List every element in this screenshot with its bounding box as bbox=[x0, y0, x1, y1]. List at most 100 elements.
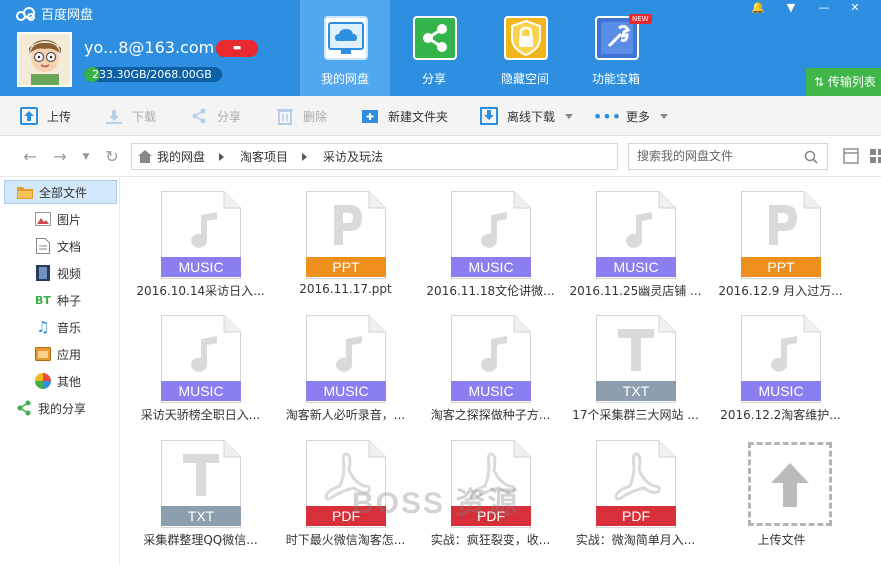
delete-label: 删除 bbox=[303, 109, 328, 124]
share-icon bbox=[16, 400, 32, 416]
history-dropdown-icon[interactable]: ▼ bbox=[76, 147, 96, 167]
more-dots-icon: ••• bbox=[592, 106, 622, 126]
home-icon[interactable] bbox=[138, 150, 152, 163]
upload-file-tile[interactable]: 上传文件 bbox=[709, 434, 854, 554]
breadcrumb-item[interactable]: 采访及玩法 bbox=[323, 148, 383, 165]
music-file-icon: MUSIC bbox=[596, 191, 676, 279]
ppt-file-icon: PPT bbox=[306, 191, 386, 279]
sidebar-item-my-share[interactable]: 我的分享 bbox=[0, 396, 86, 420]
transfer-label: 传输列表 bbox=[827, 75, 876, 89]
file-item[interactable]: MUSIC 采访天骄榜全职日入... bbox=[128, 309, 273, 429]
breadcrumb-separator-icon bbox=[302, 152, 308, 161]
offline-download-button[interactable]: 离线下载 bbox=[480, 96, 574, 136]
download-button[interactable]: 下载 bbox=[105, 96, 156, 136]
file-name: 2016.11.18文伦讲微... bbox=[426, 284, 555, 298]
file-type-label: PPT bbox=[332, 259, 360, 275]
forward-arrow-icon[interactable]: → bbox=[50, 147, 70, 167]
tab-hidden-space[interactable]: 隐藏空间 bbox=[480, 0, 570, 96]
file-item[interactable]: TXT 17个采集群三大网站 ... bbox=[563, 309, 708, 429]
tab-my-drive[interactable]: 我的网盘 bbox=[300, 0, 390, 96]
other-icon bbox=[35, 373, 51, 389]
pdf-file-icon: PDF bbox=[596, 440, 676, 528]
upload-file-label: 上传文件 bbox=[757, 533, 806, 547]
file-item[interactable]: PPT 2016.11.17.ppt bbox=[273, 185, 418, 305]
chevron-down-icon bbox=[660, 113, 669, 119]
tab-label: 分享 bbox=[421, 72, 446, 86]
minimize-icon[interactable]: — bbox=[809, 0, 839, 16]
sidebar: 全部文件 图片 文档 视频 BT 种子 ♫ 音乐 应用 其他 我的分享 bbox=[0, 178, 120, 565]
sidebar-item-label: 种子 bbox=[57, 293, 82, 308]
new-folder-button[interactable]: 新建文件夹 bbox=[361, 96, 448, 136]
file-name: 采访天骄榜全职日入... bbox=[140, 408, 261, 422]
sidebar-item-label: 音乐 bbox=[57, 320, 82, 335]
file-type-label: MUSIC bbox=[468, 383, 513, 399]
sidebar-item-documents[interactable]: 文档 bbox=[0, 234, 81, 258]
tab-share[interactable]: 分享 bbox=[389, 0, 479, 96]
username[interactable]: yo...8@163.com bbox=[84, 38, 214, 57]
refresh-icon[interactable]: ↻ bbox=[102, 147, 122, 167]
download-label: 下载 bbox=[132, 109, 157, 124]
sidebar-item-label: 全部文件 bbox=[39, 185, 88, 200]
sidebar-item-images[interactable]: 图片 bbox=[0, 207, 81, 231]
search-input[interactable]: 搜索我的网盘文件 bbox=[628, 143, 828, 170]
share-icon bbox=[190, 107, 208, 125]
sidebar-item-other[interactable]: 其他 bbox=[0, 369, 81, 393]
file-item[interactable]: PPT 2016.12.9 月入过万... bbox=[708, 185, 853, 305]
new-folder-label: 新建文件夹 bbox=[388, 109, 449, 124]
sidebar-item-apps[interactable]: 应用 bbox=[0, 342, 81, 366]
file-item[interactable]: MUSIC 2016.11.25幽灵店铺 ... bbox=[563, 185, 708, 305]
sidebar-item-music[interactable]: ♫ 音乐 bbox=[0, 315, 81, 339]
app-header: 百度网盘 yo...8@163.com ▬ 233.30GB/2068.00GB… bbox=[0, 0, 881, 96]
toolbar: 上传 下载 分享 删除 新建文件夹 离线下载 ••• 更多 bbox=[0, 96, 881, 136]
avatar[interactable] bbox=[17, 32, 72, 87]
file-item[interactable]: MUSIC 2016.10.14采访日入... bbox=[128, 185, 273, 305]
file-item[interactable]: MUSIC 淘客新人必听录音，... bbox=[273, 309, 418, 429]
file-item[interactable]: PDF 实战：微淘简单月入... bbox=[563, 434, 708, 554]
list-view-icon[interactable] bbox=[843, 148, 859, 164]
file-type-label: MUSIC bbox=[178, 383, 223, 399]
breadcrumb-item[interactable]: 我的网盘 bbox=[157, 148, 205, 165]
file-name: 淘客新人必听录音，... bbox=[285, 408, 406, 422]
sidebar-item-label: 我的分享 bbox=[38, 401, 87, 416]
music-file-icon: MUSIC bbox=[451, 315, 531, 403]
sidebar-item-videos[interactable]: 视频 bbox=[0, 261, 81, 285]
back-arrow-icon[interactable]: ← bbox=[20, 147, 40, 167]
search-icon[interactable] bbox=[804, 150, 818, 164]
app-title-text: 百度网盘 bbox=[41, 8, 94, 23]
sidebar-item-torrents[interactable]: BT 种子 bbox=[0, 288, 81, 312]
folder-icon bbox=[17, 184, 33, 200]
sidebar-item-label: 视频 bbox=[57, 266, 82, 281]
notification-bell-icon[interactable]: 🔔 bbox=[743, 0, 773, 16]
menu-dropdown-icon[interactable]: ▼ bbox=[776, 0, 806, 16]
new-badge: NEW bbox=[629, 14, 652, 24]
sidebar-item-label: 其他 bbox=[57, 374, 82, 389]
transfer-list-button[interactable]: ⇅ 传输列表 bbox=[806, 68, 881, 96]
close-icon[interactable]: ✕ bbox=[840, 0, 870, 16]
share-icon bbox=[413, 16, 457, 60]
share-button[interactable]: 分享 bbox=[190, 96, 241, 136]
music-file-icon: MUSIC bbox=[741, 315, 821, 403]
more-button[interactable]: ••• 更多 bbox=[592, 96, 669, 136]
file-name: 2016.12.2淘客维护... bbox=[720, 408, 841, 422]
tab-label: 我的网盘 bbox=[320, 72, 369, 86]
storage-quota-bar: 233.30GB/2068.00GB bbox=[84, 67, 222, 82]
breadcrumb-item[interactable]: 淘客项目 bbox=[240, 148, 288, 165]
file-item[interactable]: MUSIC 2016.12.2淘客维护... bbox=[708, 309, 853, 429]
file-item[interactable]: TXT 采集群整理QQ微信... bbox=[128, 434, 273, 554]
file-name: 实战：疯狂裂变，收... bbox=[430, 533, 551, 547]
file-item[interactable]: MUSIC 2016.11.18文伦讲微... bbox=[418, 185, 563, 305]
file-name: 2016.10.14采访日入... bbox=[136, 284, 265, 298]
music-file-icon: MUSIC bbox=[306, 315, 386, 403]
sidebar-item-all-files[interactable]: 全部文件 bbox=[4, 180, 117, 204]
file-name: 实战：微淘简单月入... bbox=[575, 533, 696, 547]
tab-toolbox[interactable]: NEW 功能宝箱 bbox=[571, 0, 661, 96]
file-type-label: MUSIC bbox=[758, 383, 803, 399]
upload-dropzone[interactable] bbox=[748, 442, 832, 526]
music-file-icon: MUSIC bbox=[161, 315, 241, 403]
file-name: 17个采集群三大网站 ... bbox=[572, 408, 699, 422]
file-item[interactable]: MUSIC 淘客之探探做种子方... bbox=[418, 309, 563, 429]
file-type-label: MUSIC bbox=[468, 259, 513, 275]
delete-button[interactable]: 删除 bbox=[276, 96, 327, 136]
upload-button[interactable]: 上传 bbox=[20, 96, 71, 136]
grid-view-icon[interactable] bbox=[869, 148, 881, 164]
